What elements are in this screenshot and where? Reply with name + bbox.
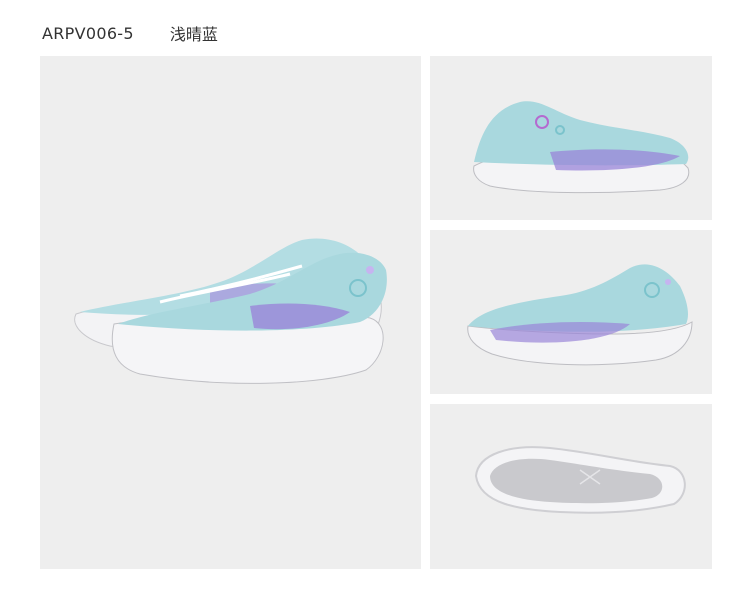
- product-header: ARPV006-5 浅晴蓝: [42, 22, 218, 45]
- shoe-sole-icon: [474, 446, 686, 514]
- shoe-side-icon: [473, 101, 690, 194]
- main-product-image[interactable]: [40, 56, 421, 569]
- product-code: ARPV006-5: [42, 23, 134, 43]
- side-view-image-2[interactable]: [430, 230, 712, 394]
- shoe-pair-icon: [74, 238, 387, 384]
- shoe-side-icon: [467, 264, 693, 366]
- side-view-image-1[interactable]: [430, 56, 712, 220]
- color-name: 浅晴蓝: [169, 25, 218, 44]
- outsole-view-image[interactable]: [430, 404, 712, 569]
